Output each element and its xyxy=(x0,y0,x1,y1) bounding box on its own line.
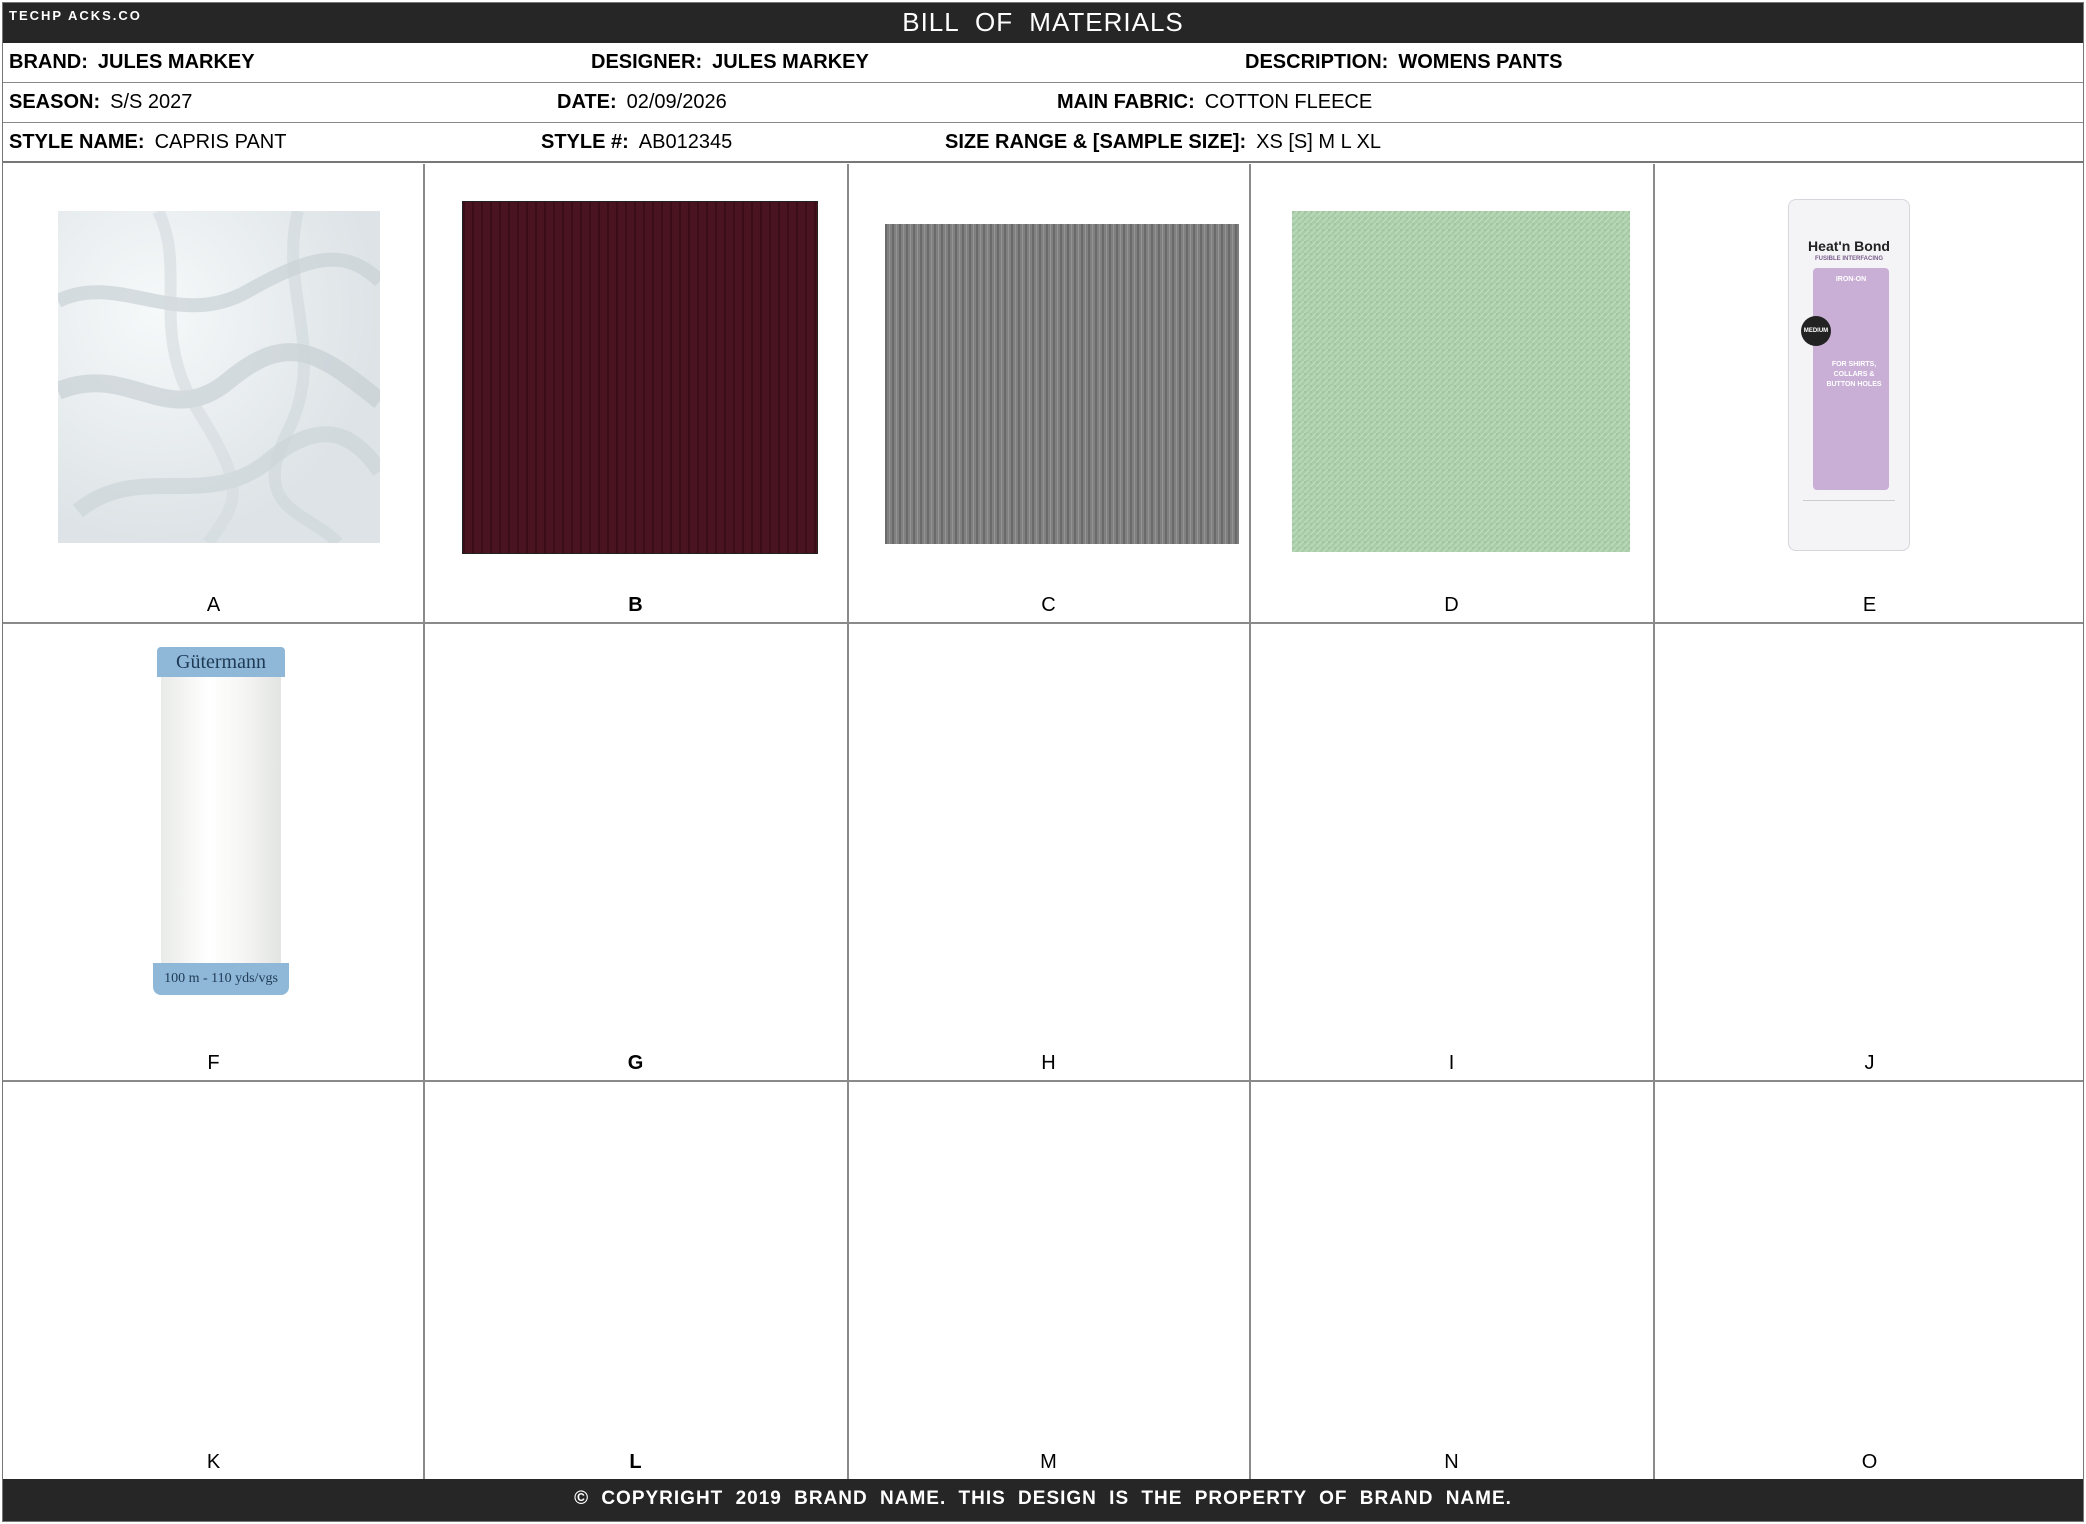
main-fabric-value: COTTON FLEECE xyxy=(1204,91,1373,113)
material-label: I xyxy=(1448,1052,1455,1074)
style-number-label: STYLE #: xyxy=(541,131,629,153)
material-cell-e[interactable]: Heat'n Bond FUSIBLE INTERFACING IRON-ON … xyxy=(1654,164,2085,622)
material-cell-d[interactable]: D xyxy=(1250,164,1653,622)
material-cell-j[interactable]: J xyxy=(1654,623,2085,1080)
material-label: M xyxy=(1040,1451,1057,1473)
material-cell-f[interactable]: Gütermann 100 m - 110 yds/vgs F xyxy=(3,623,424,1080)
material-label: H xyxy=(1041,1052,1056,1074)
material-label: C xyxy=(1041,594,1056,616)
size-range-label: SIZE RANGE & [SAMPLE SIZE]: xyxy=(945,131,1247,153)
thread-length: 100 m - 110 yds/vgs xyxy=(153,963,289,995)
designer-field: DESIGNER: JULES MARKEY xyxy=(591,51,869,74)
page-title: BILL OF MATERIALS xyxy=(902,7,1184,37)
mint-jersey-swatch xyxy=(1292,211,1630,552)
main-fabric-label: MAIN FABRIC: xyxy=(1057,91,1195,113)
info-row-style: STYLE NAME: CAPRIS PANT STYLE #: AB012345 … xyxy=(3,123,2083,163)
style-number-field: STYLE #: AB012345 xyxy=(541,131,732,154)
description-value: WOMENS PANTS xyxy=(1398,51,1563,73)
material-label: K xyxy=(206,1451,221,1473)
style-name-label: STYLE NAME: xyxy=(9,131,145,153)
main-fabric-field: MAIN FABRIC: COTTON FLEECE xyxy=(1057,91,1372,114)
designer-value: JULES MARKEY xyxy=(712,51,869,73)
brand-value: JULES MARKEY xyxy=(97,51,255,73)
material-cell-m[interactable]: M xyxy=(848,1081,1249,1479)
style-number-value: AB012345 xyxy=(638,131,733,153)
material-cell-o[interactable]: O xyxy=(1654,1081,2085,1479)
style-name-value: CAPRIS PANT xyxy=(154,131,287,153)
material-cell-k[interactable]: K xyxy=(3,1081,424,1479)
style-name-field: STYLE NAME: CAPRIS PANT xyxy=(9,131,286,154)
date-value: 02/09/2026 xyxy=(626,91,727,113)
material-cell-b[interactable]: B xyxy=(424,164,847,622)
materials-grid: A B C D Heat'n Bond FUSIBLE INTERFACING … xyxy=(3,164,2083,1479)
copyright-footer: © COPYRIGHT 2019 BRAND NAME. THIS DESIGN… xyxy=(3,1479,2083,1521)
description-label: DESCRIPTION: xyxy=(1245,51,1389,73)
material-label: B xyxy=(628,594,643,616)
interfacing-package: Heat'n Bond FUSIBLE INTERFACING IRON-ON … xyxy=(1788,199,1910,551)
date-label: DATE: xyxy=(557,91,617,113)
material-cell-a[interactable]: A xyxy=(3,164,424,622)
material-cell-g[interactable]: G xyxy=(424,623,847,1080)
material-cell-l[interactable]: L xyxy=(424,1081,847,1479)
interfacing-tag: IRON-ON xyxy=(1835,276,1867,283)
material-cell-h[interactable]: H xyxy=(848,623,1249,1080)
season-label: SEASON: xyxy=(9,91,101,113)
brand-field: BRAND: JULES MARKEY xyxy=(9,51,255,74)
material-label: G xyxy=(627,1052,644,1074)
grey-rib-swatch xyxy=(885,224,1239,544)
season-field: SEASON: S/S 2027 xyxy=(9,91,192,114)
package-details xyxy=(1803,500,1895,525)
date-field: DATE: 02/09/2026 xyxy=(557,91,727,114)
size-range-field: SIZE RANGE & [SAMPLE SIZE]: XS [S] M L XL xyxy=(945,131,1381,154)
description-field: DESCRIPTION: WOMENS PANTS xyxy=(1245,51,1562,74)
white-fleece-swatch xyxy=(58,211,380,543)
season-value: S/S 2027 xyxy=(110,91,193,113)
thread-spool: Gütermann 100 m - 110 yds/vgs xyxy=(153,647,289,995)
material-label: F xyxy=(207,1052,220,1074)
material-label: E xyxy=(1862,594,1877,616)
info-row-brand: BRAND: JULES MARKEY DESIGNER: JULES MARKEY… xyxy=(3,43,2083,83)
material-label: A xyxy=(206,594,221,616)
interfacing-use: FOR SHIRTS, COLLARS & BUTTON HOLES xyxy=(1826,361,1882,388)
interfacing-text: FUSIBLE INTERFACING xyxy=(1814,256,1883,262)
bill-of-materials-sheet: TECHP ACKS.CO BILL OF MATERIALS BRAND: JU… xyxy=(2,2,2084,1522)
thread-brand: Gütermann xyxy=(157,647,285,677)
burgundy-rib-swatch xyxy=(462,201,818,554)
material-cell-c[interactable]: C xyxy=(848,164,1249,622)
interfacing-brand: Heat'n Bond xyxy=(1808,238,1890,254)
material-cell-i[interactable]: I xyxy=(1250,623,1653,1080)
medium-badge: MEDIUM xyxy=(1801,316,1831,346)
size-range-value: XS [S] M L XL xyxy=(1256,131,1381,153)
material-label: L xyxy=(629,1451,642,1473)
material-label: O xyxy=(1861,1451,1878,1473)
designer-label: DESIGNER: xyxy=(591,51,703,73)
material-cell-n[interactable]: N xyxy=(1250,1081,1653,1479)
material-label: N xyxy=(1444,1451,1459,1473)
interfacing-label-panel: IRON-ON MEDIUM FOR SHIRTS, COLLARS & BUT… xyxy=(1801,268,1889,490)
brand-label: BRAND: xyxy=(9,51,88,73)
copyright-text: © COPYRIGHT 2019 BRAND NAME. THIS DESIGN… xyxy=(574,1488,1512,1509)
title-bar: TECHP ACKS.CO BILL OF MATERIALS xyxy=(3,3,2083,43)
thread-winding xyxy=(161,677,281,965)
material-label: D xyxy=(1444,594,1459,616)
info-row-season: SEASON: S/S 2027 DATE: 02/09/2026 MAIN FAB… xyxy=(3,83,2083,123)
material-label: J xyxy=(1864,1052,1875,1074)
